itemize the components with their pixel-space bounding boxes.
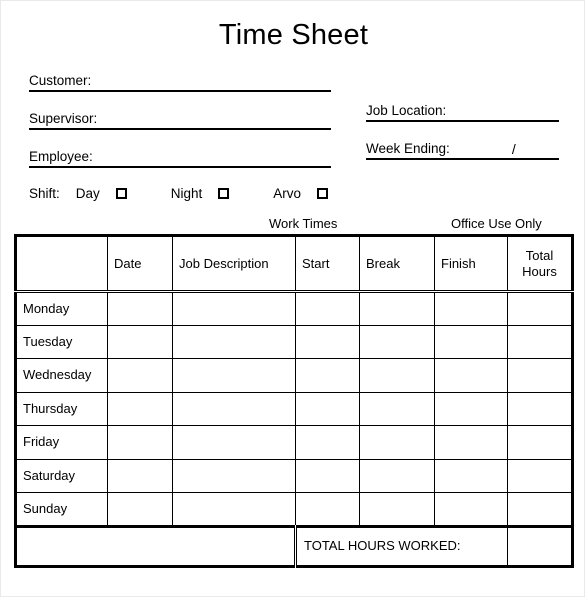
footer-blank-cell	[15, 524, 297, 567]
cell-break[interactable]	[359, 425, 435, 460]
table-row: Sunday	[15, 492, 573, 527]
shift-night-checkbox[interactable]	[218, 187, 230, 199]
cell-total-hours[interactable]	[507, 324, 573, 359]
shift-option-arvo-label: Arvo	[273, 185, 302, 201]
cell-start[interactable]	[295, 391, 360, 426]
header-date: Date	[107, 235, 173, 293]
header-start: Start	[295, 235, 360, 293]
shift-option-day-label: Day	[75, 185, 100, 201]
cell-finish[interactable]	[434, 458, 508, 493]
shift-option-night-label: Night	[170, 185, 203, 201]
cell-date[interactable]	[107, 291, 173, 326]
timesheet-table: Date Job Description Start Break Finish …	[14, 234, 574, 568]
field-supervisor-label: Supervisor:	[29, 111, 98, 130]
row-day-label: Tuesday	[15, 324, 108, 359]
cell-date[interactable]	[107, 358, 173, 393]
cell-break[interactable]	[359, 391, 435, 426]
header-total-hours-line2: Hours	[522, 263, 557, 279]
header-total-hours-line1: Total	[525, 247, 554, 263]
row-day-label: Wednesday	[15, 358, 108, 393]
cell-job-description[interactable]	[172, 291, 296, 326]
cell-total-hours[interactable]	[507, 458, 573, 493]
header-break: Break	[359, 235, 435, 293]
field-supervisor[interactable]: Supervisor:	[29, 110, 331, 130]
cell-job-description[interactable]	[172, 324, 296, 359]
cell-date[interactable]	[107, 425, 173, 460]
cell-finish[interactable]	[434, 324, 508, 359]
cell-date[interactable]	[107, 492, 173, 527]
cell-finish[interactable]	[434, 291, 508, 326]
shift-arvo-checkbox[interactable]	[317, 187, 329, 199]
cell-start[interactable]	[295, 324, 360, 359]
shift-label: Shift:	[29, 185, 60, 201]
field-customer[interactable]: Customer:	[29, 72, 331, 92]
row-day-label: Monday	[15, 291, 108, 326]
cell-total-hours[interactable]	[507, 391, 573, 426]
cell-finish[interactable]	[434, 492, 508, 527]
header-day	[15, 235, 108, 293]
cell-finish[interactable]	[434, 425, 508, 460]
row-day-label: Saturday	[15, 458, 108, 493]
cell-start[interactable]	[295, 358, 360, 393]
cell-job-description[interactable]	[172, 458, 296, 493]
table-row: Wednesday	[15, 358, 573, 393]
cell-total-hours[interactable]	[507, 358, 573, 393]
cell-break[interactable]	[359, 291, 435, 326]
table-row: Tuesday	[15, 324, 573, 359]
cell-date[interactable]	[107, 324, 173, 359]
week-ending-date-separator: /	[511, 141, 516, 157]
cell-total-hours[interactable]	[507, 425, 573, 460]
cell-job-description[interactable]	[172, 391, 296, 426]
table-row: Saturday	[15, 458, 573, 493]
total-hours-worked-value[interactable]	[507, 524, 573, 567]
cell-start[interactable]	[295, 425, 360, 460]
cell-total-hours[interactable]	[507, 492, 573, 527]
shift-option-night[interactable]: Night	[171, 186, 230, 201]
field-job-location[interactable]: Job Location:	[366, 102, 559, 122]
field-week-ending[interactable]: Week Ending: /	[366, 140, 559, 160]
header-finish: Finish	[434, 235, 508, 293]
cell-job-description[interactable]	[172, 358, 296, 393]
cell-start[interactable]	[295, 458, 360, 493]
cell-start[interactable]	[295, 291, 360, 326]
group-label-work-times: Work Times	[269, 216, 338, 231]
cell-start[interactable]	[295, 492, 360, 527]
cell-total-hours[interactable]	[507, 291, 573, 326]
field-employee[interactable]: Employee:	[29, 148, 331, 168]
cell-date[interactable]	[107, 458, 173, 493]
total-hours-worked-label: TOTAL HOURS WORKED:	[295, 524, 508, 567]
shift-day-checkbox[interactable]	[115, 187, 127, 199]
cell-break[interactable]	[359, 492, 435, 527]
row-day-label: Thursday	[15, 391, 108, 426]
table-row: Monday	[15, 291, 573, 326]
field-customer-label: Customer:	[29, 73, 92, 92]
cell-finish[interactable]	[434, 391, 508, 426]
cell-break[interactable]	[359, 458, 435, 493]
cell-job-description[interactable]	[172, 425, 296, 460]
table-row: Thursday	[15, 391, 573, 426]
field-employee-label: Employee:	[29, 149, 93, 168]
table-header-row: Date Job Description Start Break Finish …	[15, 235, 573, 293]
cell-break[interactable]	[359, 324, 435, 359]
field-week-ending-label: Week Ending:	[366, 141, 450, 160]
shift-option-arvo[interactable]: Arvo	[273, 185, 329, 201]
cell-finish[interactable]	[434, 358, 508, 393]
table-row: Friday	[15, 425, 573, 460]
header-total-hours: Total Hours	[507, 235, 573, 293]
field-job-location-label: Job Location:	[366, 103, 447, 122]
group-label-office-use-only: Office Use Only	[451, 216, 542, 231]
table-footer-row: TOTAL HOURS WORKED:	[15, 524, 573, 567]
shift-selection-row: Shift: Day Night Arvo	[29, 183, 329, 203]
cell-break[interactable]	[359, 358, 435, 393]
cell-job-description[interactable]	[172, 492, 296, 527]
page-title: Time Sheet	[218, 19, 369, 51]
cell-date[interactable]	[107, 391, 173, 426]
timesheet-page: Time Sheet Customer: Supervisor: Employe…	[0, 0, 585, 597]
row-day-label: Friday	[15, 425, 108, 460]
header-job-description: Job Description	[172, 235, 296, 293]
row-day-label: Sunday	[15, 492, 108, 527]
shift-option-day[interactable]: Day	[76, 186, 127, 201]
